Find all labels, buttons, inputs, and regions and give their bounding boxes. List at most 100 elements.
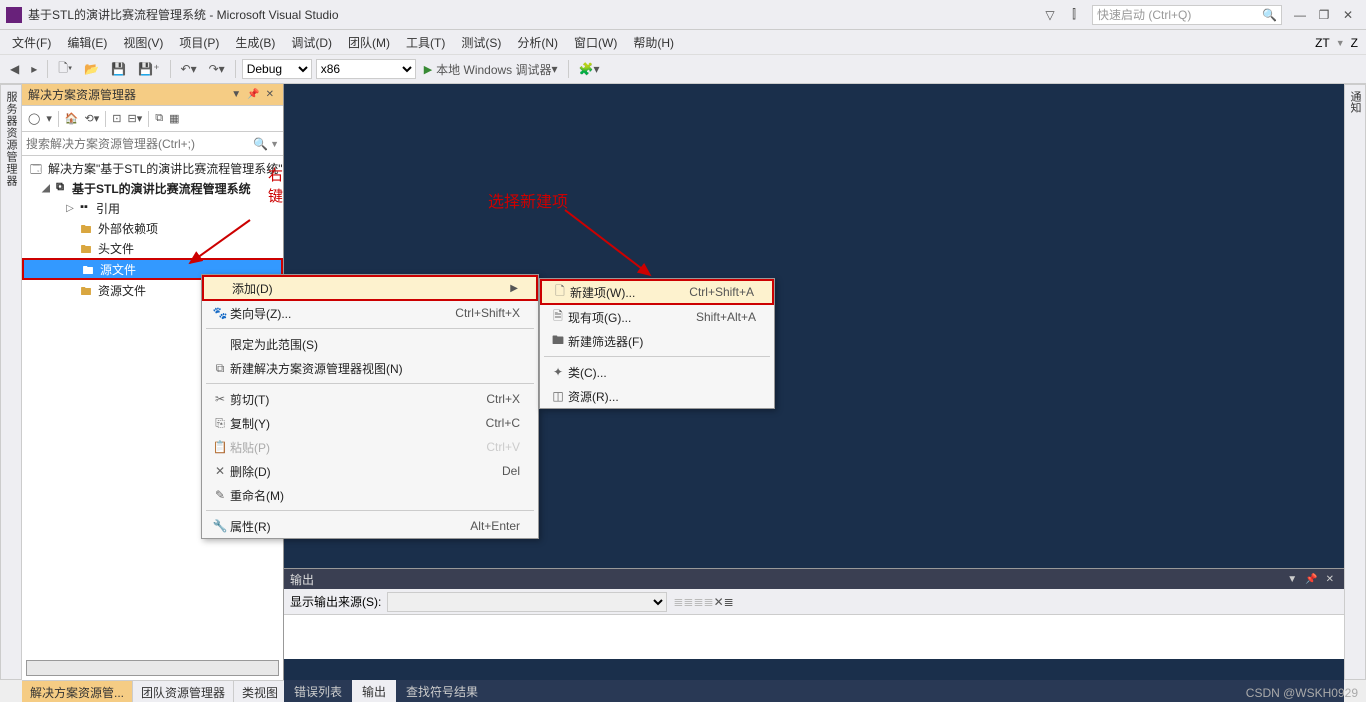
menu-class-wizard[interactable]: 🐾类向导(Z)...Ctrl+Shift+X: [202, 301, 538, 325]
redo-button[interactable]: ↷▾: [205, 60, 229, 78]
menu-window[interactable]: 窗口(W): [566, 31, 625, 54]
menu-build[interactable]: 生成(B): [227, 31, 283, 54]
save-all-button[interactable]: 💾⁺: [134, 60, 163, 78]
output-clear-icon[interactable]: ≣: [673, 595, 683, 609]
menu-copy[interactable]: ⎘复制(Y)Ctrl+C: [202, 411, 538, 435]
menu-bar: 文件(F) 编辑(E) 视图(V) 项目(P) 生成(B) 调试(D) 团队(M…: [0, 30, 1366, 54]
properties-icon[interactable]: ⧉: [152, 110, 166, 127]
menu-add[interactable]: 添加(D)▶: [202, 275, 538, 301]
tab-solution-explorer[interactable]: 解决方案资源管...: [22, 680, 133, 702]
preview-icon[interactable]: ▦: [166, 110, 182, 127]
submenu-class[interactable]: ✦类(C)...: [540, 360, 774, 384]
menu-paste: 📋粘贴(P)Ctrl+V: [202, 435, 538, 459]
minimize-button[interactable]: —: [1290, 8, 1310, 22]
collapse-icon[interactable]: ⊡: [109, 110, 124, 127]
feedback-icon[interactable]: ⫿: [1064, 7, 1084, 22]
notifications-icon[interactable]: ▽: [1040, 8, 1060, 22]
vs-logo-icon: [6, 7, 22, 23]
expand-icon[interactable]: ▷: [64, 203, 76, 214]
output-close-icon[interactable]: ✕: [1322, 574, 1338, 585]
menu-edit[interactable]: 编辑(E): [59, 31, 115, 54]
panel-pin-icon[interactable]: 📌: [244, 89, 262, 100]
output-body[interactable]: [284, 615, 1344, 659]
output-toggle1-icon[interactable]: ≣: [683, 595, 693, 609]
tab-error-list[interactable]: 错误列表: [284, 680, 352, 702]
output-toggle2-icon[interactable]: ≣: [693, 595, 703, 609]
user-dropdown-icon[interactable]: ▼: [1336, 38, 1345, 48]
solution-search[interactable]: 🔍▼: [22, 132, 283, 156]
save-button[interactable]: 💾: [107, 60, 130, 78]
show-all-icon[interactable]: ⊟▾: [125, 110, 146, 127]
notifications-tab[interactable]: 通知: [1344, 84, 1366, 680]
window-title: 基于STL的演讲比赛流程管理系统 - Microsoft Visual Stud…: [28, 6, 339, 23]
menu-tools[interactable]: 工具(T): [398, 31, 453, 54]
headers-node[interactable]: 🖿 头文件: [22, 238, 283, 258]
config-select[interactable]: Debug: [242, 59, 312, 79]
home-icon[interactable]: 🏠: [62, 110, 82, 127]
output-pin-icon[interactable]: 📌: [1301, 574, 1321, 585]
wizard-icon: 🐾: [210, 306, 230, 320]
menu-file[interactable]: 文件(F): [4, 31, 59, 54]
panel-close-icon[interactable]: ✕: [263, 89, 277, 100]
solution-search-input[interactable]: [26, 137, 253, 151]
submenu-existing-item[interactable]: 🗎现有项(G)...Shift+Alt+A: [540, 305, 774, 329]
tab-output[interactable]: 输出: [352, 680, 396, 702]
submenu-new-item[interactable]: 🗋新建项(W)...Ctrl+Shift+A: [540, 279, 774, 305]
search-icon: 🔍: [1262, 8, 1277, 22]
output-header: 输出 ▼ 📌 ✕: [284, 569, 1344, 589]
main-toolbar: ◀ ▸ 🗋▾ 📂 💾 💾⁺ ↶▾ ↷▾ Debug x86 ▶本地 Window…: [0, 54, 1366, 84]
menu-debug[interactable]: 调试(D): [283, 31, 340, 54]
submenu-resource[interactable]: ◫资源(R)...: [540, 384, 774, 408]
new-view-icon: ⧉: [210, 361, 230, 376]
menu-rename[interactable]: ✎重命名(M): [202, 483, 538, 507]
references-node[interactable]: ▷ ▪▪ 引用: [22, 198, 283, 218]
menu-help[interactable]: 帮助(H): [625, 31, 682, 54]
solution-node[interactable]: 🗔 解决方案"基于STL的演讲比赛流程管理系统": [22, 158, 283, 178]
nav-back-button[interactable]: ◀: [6, 60, 23, 78]
user-badge[interactable]: Z: [1351, 36, 1358, 50]
panel-dropdown-icon[interactable]: ▼: [228, 89, 244, 100]
resource-icon: ◫: [548, 389, 568, 403]
menu-properties[interactable]: 🔧属性(R)Alt+Enter: [202, 514, 538, 538]
platform-select[interactable]: x86: [316, 59, 416, 79]
menu-team[interactable]: 团队(M): [340, 31, 398, 54]
user-initials[interactable]: ZT: [1315, 36, 1330, 50]
start-debug-button[interactable]: ▶本地 Windows 调试器 ▾: [420, 59, 562, 80]
external-deps-node[interactable]: 🖿 外部依赖项: [22, 218, 283, 238]
menu-new-view[interactable]: ⧉新建解决方案资源管理器视图(N): [202, 356, 538, 380]
quick-launch-input[interactable]: 快速启动 (Ctrl+Q) 🔍: [1092, 5, 1282, 25]
tab-team-explorer[interactable]: 团队资源管理器: [133, 680, 234, 702]
back-icon[interactable]: ◯: [25, 110, 43, 127]
toolbar-extra-button[interactable]: 🧩▾: [575, 60, 604, 78]
close-button[interactable]: ✕: [1338, 8, 1358, 22]
nav-fwd-button[interactable]: ▸: [27, 60, 41, 78]
output-wrap-icon[interactable]: ≣: [704, 595, 714, 609]
menu-test[interactable]: 测试(S): [453, 31, 509, 54]
submenu-new-filter[interactable]: 🖿新建筛选器(F): [540, 329, 774, 353]
open-file-button[interactable]: 📂: [80, 60, 103, 78]
left-rail: 服务器资源管理器 工具箱: [0, 84, 22, 680]
watermark: CSDN @WSKH0929: [1246, 686, 1358, 700]
sync-icon[interactable]: ⟲▾: [82, 110, 103, 127]
server-explorer-tab[interactable]: 服务器资源管理器: [0, 84, 22, 680]
menu-analyze[interactable]: 分析(N): [509, 31, 566, 54]
output-source-select[interactable]: [387, 592, 667, 612]
tab-class-view[interactable]: 类视图: [234, 680, 287, 702]
menu-scope[interactable]: 限定为此范围(S): [202, 332, 538, 356]
menu-project[interactable]: 项目(P): [171, 31, 227, 54]
fwd-icon[interactable]: ▾: [43, 110, 55, 127]
tab-find-symbol[interactable]: 查找符号结果: [396, 680, 488, 702]
maximize-button[interactable]: ❐: [1314, 8, 1334, 22]
menu-cut[interactable]: ✂剪切(T)Ctrl+X: [202, 387, 538, 411]
collapse-icon[interactable]: ◢: [40, 183, 52, 194]
rename-icon: ✎: [210, 488, 230, 502]
undo-button[interactable]: ↶▾: [177, 60, 201, 78]
output-dropdown-icon[interactable]: ▼: [1283, 574, 1301, 585]
project-node[interactable]: ◢ ⧉ 基于STL的演讲比赛流程管理系统: [22, 178, 283, 198]
menu-delete[interactable]: ✕删除(D)Del: [202, 459, 538, 483]
new-project-button[interactable]: 🗋▾: [54, 57, 76, 82]
output-clear2-icon[interactable]: ✕≣: [714, 595, 734, 609]
menu-view[interactable]: 视图(V): [115, 31, 171, 54]
horizontal-scrollbar[interactable]: [26, 660, 279, 676]
context-submenu-add: 🗋新建项(W)...Ctrl+Shift+A 🗎现有项(G)...Shift+A…: [539, 278, 775, 409]
